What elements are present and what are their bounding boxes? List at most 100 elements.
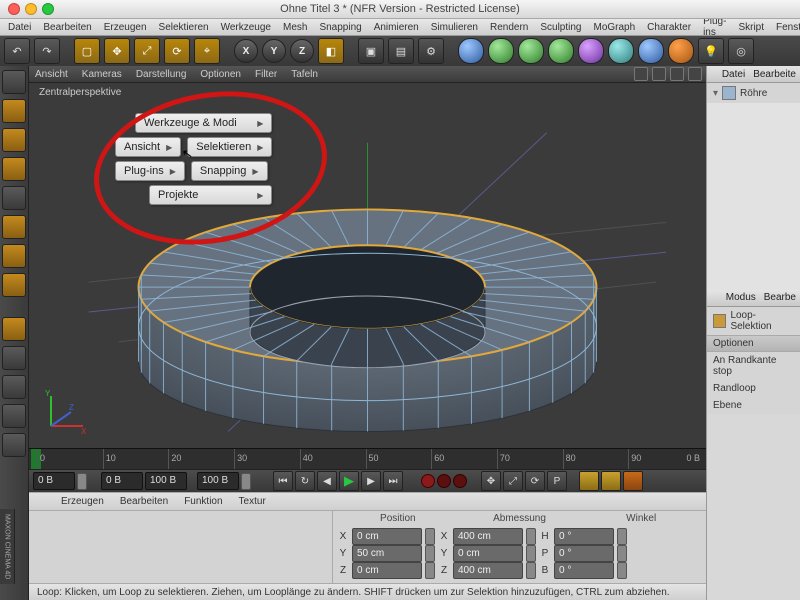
pos-field[interactable]: 50 cm bbox=[352, 545, 422, 562]
make-editable-button[interactable] bbox=[2, 70, 26, 94]
redo-button[interactable]: ↷ bbox=[34, 38, 60, 64]
add-primitive-button[interactable] bbox=[458, 38, 484, 64]
tab-funktion[interactable]: Funktion bbox=[176, 496, 230, 507]
menu-erzeugen[interactable]: Erzeugen bbox=[98, 22, 153, 33]
close-window-icon[interactable] bbox=[8, 3, 20, 15]
menu-skript[interactable]: Skript bbox=[732, 22, 770, 33]
minimize-window-icon[interactable] bbox=[25, 3, 37, 15]
model-mode-button[interactable] bbox=[2, 99, 26, 123]
object-row[interactable]: ▾ Röhre bbox=[707, 83, 800, 103]
om-tab-bearbeiten[interactable]: Bearbeite bbox=[749, 69, 800, 80]
workplane-button[interactable] bbox=[2, 375, 26, 399]
keyframe-button[interactable] bbox=[453, 474, 467, 488]
ang-field[interactable]: 0 ° bbox=[554, 562, 614, 579]
material-manager-body[interactable] bbox=[29, 511, 332, 583]
am-tab-bearbeiten[interactable]: Bearbe bbox=[760, 292, 800, 303]
last-tool[interactable]: ⌖ bbox=[194, 38, 220, 64]
timeline-ruler[interactable]: 01020304050607080900 B bbox=[29, 448, 706, 469]
menu-charakter[interactable]: Charakter bbox=[641, 22, 697, 33]
view-ansicht[interactable]: Ansicht bbox=[35, 69, 68, 80]
menu-datei[interactable]: Datei bbox=[2, 22, 37, 33]
zoom-window-icon[interactable] bbox=[42, 3, 54, 15]
frame-a-field[interactable]: 0 B bbox=[101, 472, 143, 490]
render-view-button[interactable]: ▣ bbox=[358, 38, 384, 64]
viewport-solo-button[interactable] bbox=[2, 317, 26, 341]
render-settings-button[interactable]: ▤ bbox=[388, 38, 414, 64]
menu-selektieren[interactable]: Selektieren bbox=[153, 22, 215, 33]
menu-plugins[interactable]: Plug-ins bbox=[697, 16, 732, 38]
pos-field[interactable]: 0 cm bbox=[352, 528, 422, 545]
axis-y-toggle[interactable]: Y bbox=[262, 39, 286, 63]
menu-fenster[interactable]: Fenste bbox=[770, 22, 800, 33]
add-camera-button[interactable] bbox=[638, 38, 664, 64]
ctx-plugins[interactable]: Plug-ins▶ bbox=[115, 161, 185, 181]
next-frame-button[interactable]: ▶ bbox=[361, 471, 381, 491]
am-tab-modus[interactable]: Modus bbox=[722, 292, 760, 303]
opt-ebene[interactable]: Ebene bbox=[707, 397, 800, 414]
tab-erzeugen[interactable]: Erzeugen bbox=[53, 496, 112, 507]
loop-button[interactable]: ↻ bbox=[295, 471, 315, 491]
add-subdivision-button[interactable] bbox=[548, 38, 574, 64]
key-mode-3[interactable] bbox=[623, 471, 643, 491]
ang-field[interactable]: 0 ° bbox=[554, 545, 614, 562]
menu-mograph[interactable]: MoGraph bbox=[587, 22, 641, 33]
ctx-werkzeuge-modi[interactable]: Werkzeuge & Modi▶ bbox=[135, 113, 272, 133]
key-scale-button[interactable]: ⤢ bbox=[503, 471, 523, 491]
scale-tool[interactable]: ⤢ bbox=[134, 38, 160, 64]
menu-werkzeuge[interactable]: Werkzeuge bbox=[215, 22, 277, 33]
texture-mode-button[interactable] bbox=[2, 128, 26, 152]
range-end-field[interactable]: 100 B bbox=[197, 472, 239, 490]
stepper[interactable] bbox=[77, 473, 87, 490]
add-generator-button[interactable] bbox=[518, 38, 544, 64]
view-filter[interactable]: Filter bbox=[255, 69, 277, 80]
maximize-view-icon[interactable] bbox=[688, 67, 702, 81]
dim-field[interactable]: 0 cm bbox=[453, 545, 523, 562]
menu-snapping[interactable]: Snapping bbox=[313, 22, 367, 33]
zoom-view-icon[interactable] bbox=[652, 67, 666, 81]
prev-frame-button[interactable]: ◀ bbox=[317, 471, 337, 491]
snap-toggle-button[interactable] bbox=[2, 346, 26, 370]
quantize-button[interactable] bbox=[2, 404, 26, 428]
tab-textur[interactable]: Textur bbox=[231, 496, 274, 507]
opt-randloop[interactable]: Randloop bbox=[707, 380, 800, 397]
undo-button[interactable]: ↶ bbox=[4, 38, 30, 64]
add-environment-button[interactable] bbox=[608, 38, 634, 64]
play-button[interactable]: ▶ bbox=[339, 471, 359, 491]
polygon-mode-button[interactable] bbox=[2, 244, 26, 268]
view-optionen[interactable]: Optionen bbox=[200, 69, 241, 80]
optionen-header[interactable]: Optionen bbox=[707, 335, 800, 352]
ang-field[interactable]: 0 ° bbox=[554, 528, 614, 545]
menu-sculpting[interactable]: Sculpting bbox=[534, 22, 587, 33]
goto-start-button[interactable]: ⏮ bbox=[273, 471, 293, 491]
add-light-button[interactable] bbox=[668, 38, 694, 64]
ctx-selektieren[interactable]: Selektieren▶ bbox=[187, 137, 272, 157]
range-start-field[interactable]: 0 B bbox=[33, 472, 75, 490]
menu-bearbeiten[interactable]: Bearbeiten bbox=[37, 22, 97, 33]
pos-field[interactable]: 0 cm bbox=[352, 562, 422, 579]
key-rot-button[interactable]: ⟳ bbox=[525, 471, 545, 491]
lightbulb-icon[interactable]: 💡 bbox=[698, 38, 724, 64]
frame-b-field[interactable]: 100 B bbox=[145, 472, 187, 490]
locked-workplane-button[interactable] bbox=[2, 433, 26, 457]
move-tool[interactable]: ✥ bbox=[104, 38, 130, 64]
view-kameras[interactable]: Kameras bbox=[82, 69, 122, 80]
opt-randkante-stop[interactable]: An Randkante stop bbox=[707, 352, 800, 380]
rotate-tool[interactable]: ⟳ bbox=[164, 38, 190, 64]
key-param-button[interactable]: P bbox=[547, 471, 567, 491]
ctx-ansicht[interactable]: Ansicht▶ bbox=[115, 137, 181, 157]
pan-view-icon[interactable] bbox=[634, 67, 648, 81]
menu-rendern[interactable]: Rendern bbox=[484, 22, 534, 33]
render-picture-button[interactable]: ⚙ bbox=[418, 38, 444, 64]
add-spline-button[interactable] bbox=[488, 38, 514, 64]
tag-button[interactable]: ◎ bbox=[728, 38, 754, 64]
add-deformer-button[interactable] bbox=[578, 38, 604, 64]
axis-x-toggle[interactable]: X bbox=[234, 39, 258, 63]
om-tab-datei[interactable]: Datei bbox=[718, 69, 749, 80]
key-pos-button[interactable]: ✥ bbox=[481, 471, 501, 491]
key-mode-2[interactable] bbox=[601, 471, 621, 491]
menu-animieren[interactable]: Animieren bbox=[368, 22, 425, 33]
edge-mode-button[interactable] bbox=[2, 215, 26, 239]
axis-mode-button[interactable] bbox=[2, 273, 26, 297]
menu-mesh[interactable]: Mesh bbox=[277, 22, 313, 33]
axis-z-toggle[interactable]: Z bbox=[290, 39, 314, 63]
